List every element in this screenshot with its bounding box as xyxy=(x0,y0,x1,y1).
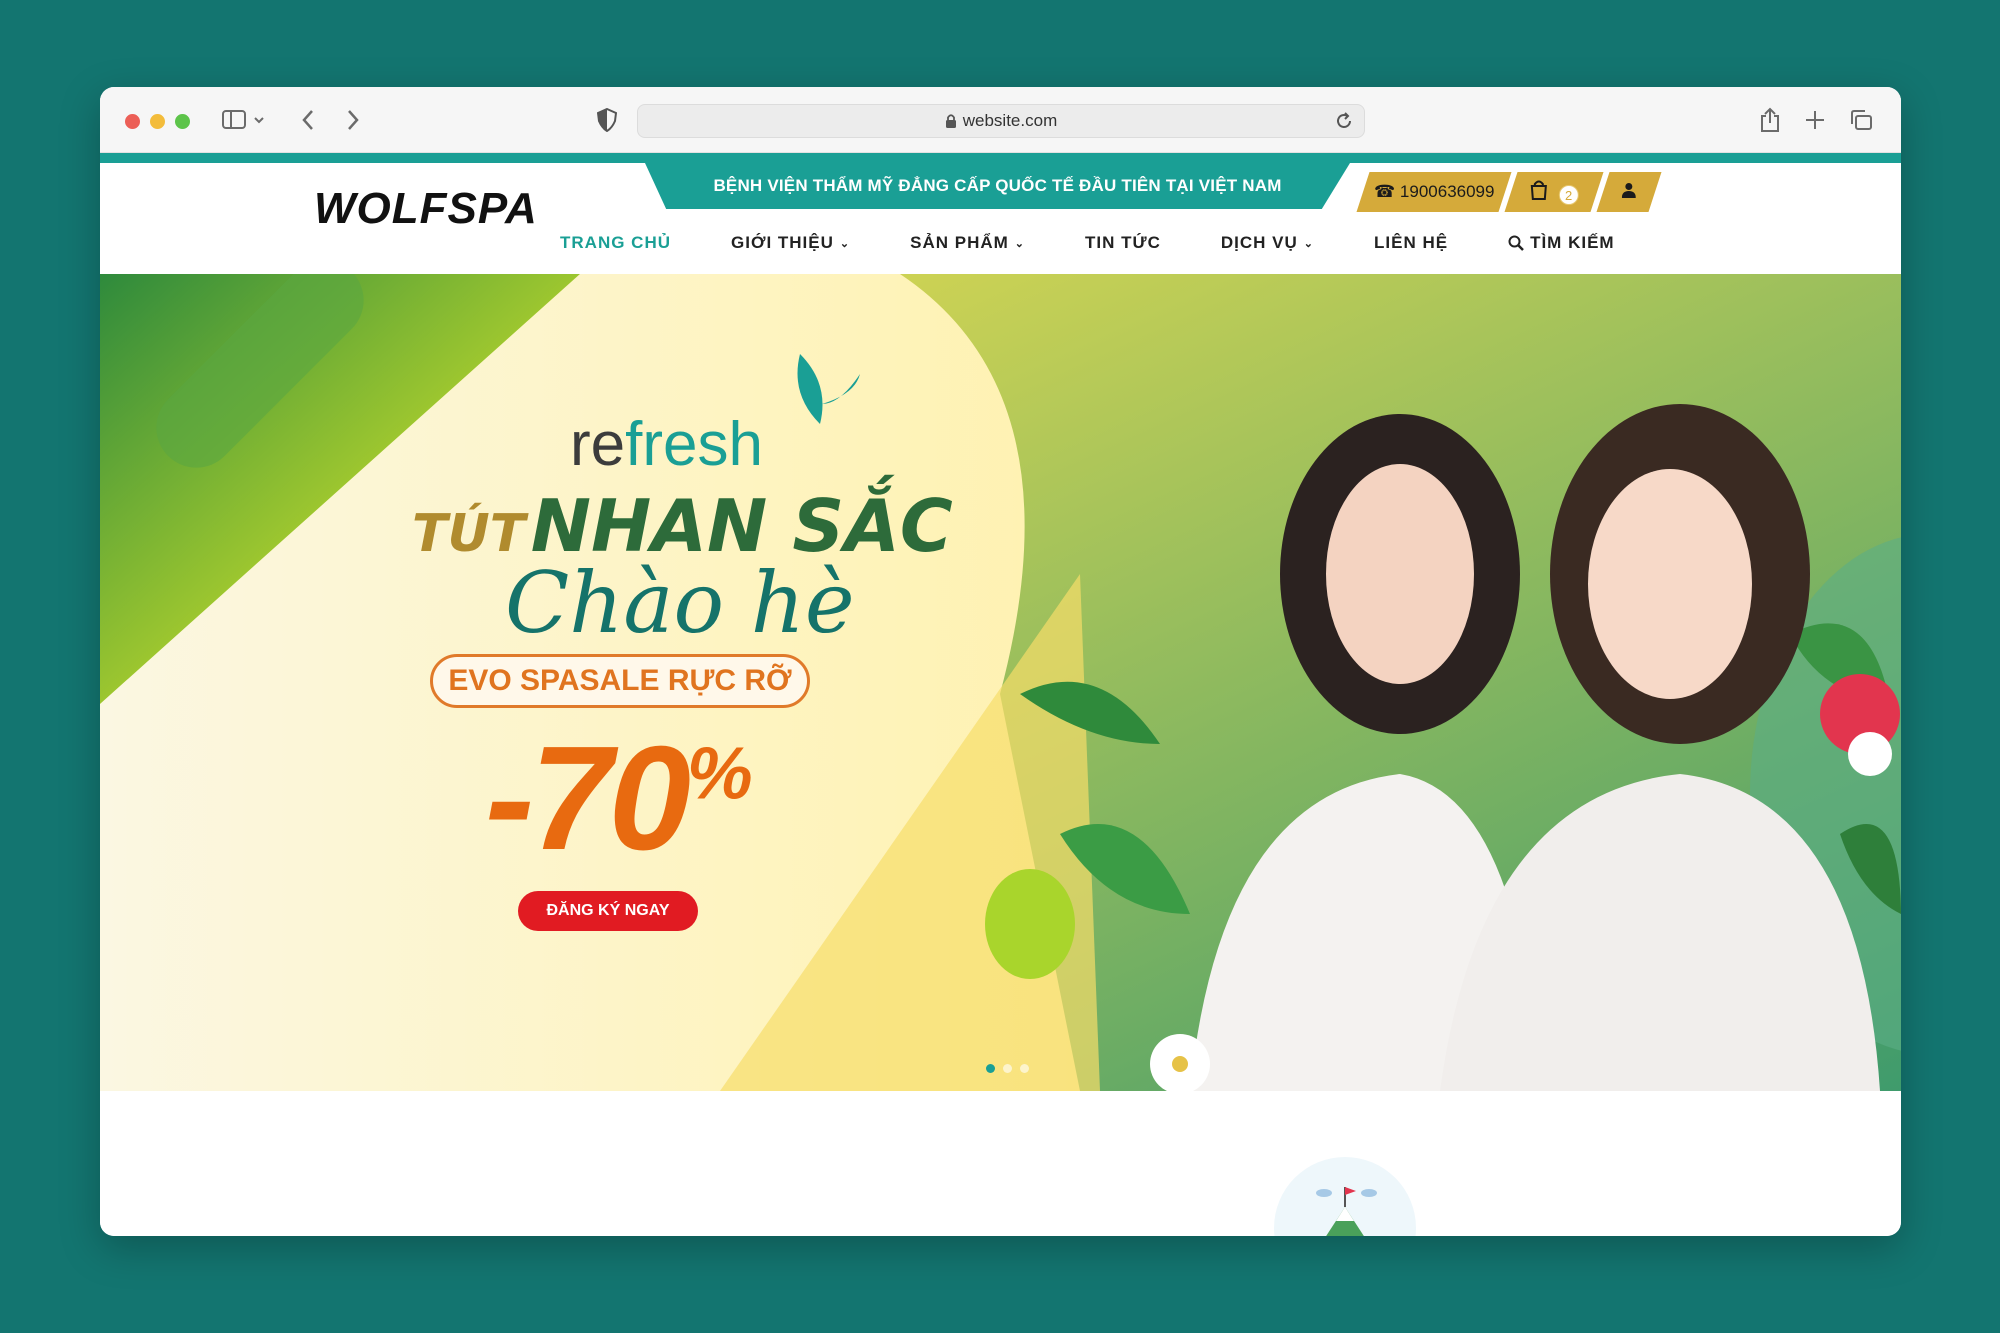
nav-news-label: TIN TỨC xyxy=(1085,233,1161,252)
discount-number: -70 xyxy=(485,716,691,881)
cart-count-badge: 2 xyxy=(1558,184,1579,205)
register-now-button[interactable]: ĐĂNG KÝ NGAY xyxy=(518,891,698,931)
nav-services-label: DỊCH VỤ xyxy=(1220,233,1298,252)
discount-unit: % xyxy=(686,731,753,815)
chevron-down-icon: ⌄ xyxy=(1014,237,1026,250)
user-icon xyxy=(1622,182,1636,203)
lock-icon xyxy=(945,114,956,128)
register-now-label: ĐĂNG KÝ NGAY xyxy=(546,902,670,919)
reload-icon[interactable] xyxy=(1334,111,1354,131)
nav-home-label: TRANG CHỦ xyxy=(560,233,671,252)
zoom-window-button[interactable] xyxy=(175,114,190,129)
hero-banner[interactable]: refresh TÚT NHAN SẮC Chào hè EVO SPASALE… xyxy=(100,274,1901,1091)
minimize-window-button[interactable] xyxy=(150,114,165,129)
browser-toolbar: website.com xyxy=(100,87,1901,153)
share-icon xyxy=(1761,107,1779,132)
slider-pagination xyxy=(986,1064,1029,1073)
shield-icon xyxy=(597,108,617,132)
cart-button[interactable]: 2 xyxy=(1504,172,1604,212)
logo-wordmark: WOLFSPA xyxy=(314,184,538,233)
nav-about-label: GIỚI THIỆU xyxy=(731,233,834,252)
website: WOLFSPA BỆNH VIỆN THẨM MỸ ĐẲNG CẤP QUỐC … xyxy=(100,153,1901,1236)
tabs-icon xyxy=(1851,110,1872,130)
sale-label: EVO SPASALE RỰC RỠ xyxy=(430,654,810,708)
chevron-down-icon: ⌄ xyxy=(839,237,851,250)
hotline-number: 1900636099 xyxy=(1399,182,1495,201)
hero-background xyxy=(100,274,1901,1091)
discount-value: -70% xyxy=(485,714,753,884)
hotline-content: ☎ 1900636099 xyxy=(1374,182,1494,202)
slider-dot-3[interactable] xyxy=(1020,1064,1029,1073)
chevron-left-icon xyxy=(302,110,313,130)
brand-prefix: re xyxy=(570,410,626,479)
nav-home[interactable]: TRANG CHỦ xyxy=(560,233,671,253)
back-button[interactable] xyxy=(293,105,323,135)
forward-button[interactable] xyxy=(338,105,368,135)
address-bar[interactable]: website.com xyxy=(637,104,1365,138)
phone-icon: ☎ xyxy=(1373,182,1395,201)
nav-search[interactable]: TÌM KIẾM xyxy=(1508,233,1615,253)
nav-contact[interactable]: LIÊN HỆ xyxy=(1374,233,1448,253)
new-tab-button[interactable] xyxy=(1800,105,1830,135)
hero-subhead: Chào hè xyxy=(505,554,855,652)
nav-services[interactable]: DỊCH VỤ ⌄ xyxy=(1221,233,1314,253)
close-window-button[interactable] xyxy=(125,114,140,129)
slider-dot-2[interactable] xyxy=(1003,1064,1012,1073)
shopping-bag-icon xyxy=(1530,180,1547,200)
cart-content: 2 xyxy=(1530,180,1579,205)
nav-about[interactable]: GIỚI THIỆU ⌄ xyxy=(731,233,850,253)
nav-news[interactable]: TIN TỨC xyxy=(1085,233,1161,253)
search-icon xyxy=(1508,235,1524,251)
hotline-button[interactable]: ☎ 1900636099 xyxy=(1356,172,1512,212)
share-button[interactable] xyxy=(1755,105,1785,135)
header-top-band xyxy=(100,153,1901,163)
sidebar-icon xyxy=(222,110,264,129)
brand-suffix: fresh xyxy=(625,410,763,479)
nav-search-label: TÌM KIẾM xyxy=(1530,233,1615,252)
main-nav: TRANG CHỦ GIỚI THIỆU ⌄ SẢN PHẨM ⌄ TIN TỨC … xyxy=(560,228,1615,258)
svg-text:WOLFSPA: WOLFSPA xyxy=(314,184,538,233)
slider-dot-1[interactable] xyxy=(986,1064,995,1073)
url-text: website.com xyxy=(962,111,1058,130)
refresh-brand: refresh xyxy=(570,409,763,480)
chevron-right-icon xyxy=(348,110,359,130)
sale-label-text: EVO SPASALE RỰC RỠ xyxy=(448,664,792,697)
promo-text: BỆNH VIỆN THẨM MỸ ĐẲNG CẤP QUỐC TẾ ĐẦU T… xyxy=(713,176,1282,195)
feature-circle xyxy=(1274,1157,1416,1236)
plus-icon xyxy=(1806,111,1824,129)
site-logo[interactable]: WOLFSPA xyxy=(314,179,559,239)
privacy-shield-button[interactable] xyxy=(592,105,622,135)
nav-products[interactable]: SẢN PHẨM ⌄ xyxy=(910,233,1025,253)
account-button[interactable] xyxy=(1596,172,1662,212)
nav-products-label: SẢN PHẨM xyxy=(910,233,1009,252)
mountain-flag-icon xyxy=(1316,1187,1377,1236)
sidebar-toggle-button[interactable] xyxy=(220,105,268,135)
nav-contact-label: LIÊN HỆ xyxy=(1374,233,1449,252)
tab-overview-button[interactable] xyxy=(1846,105,1876,135)
browser-window: website.com WOLFSPA BỆNH VIỆN THẨM MỸ ĐẲ… xyxy=(100,87,1901,1236)
chevron-down-icon: ⌄ xyxy=(1303,237,1315,250)
promo-banner: BỆNH VIỆN THẨM MỸ ĐẲNG CẤP QUỐC TẾ ĐẦU T… xyxy=(645,163,1350,209)
